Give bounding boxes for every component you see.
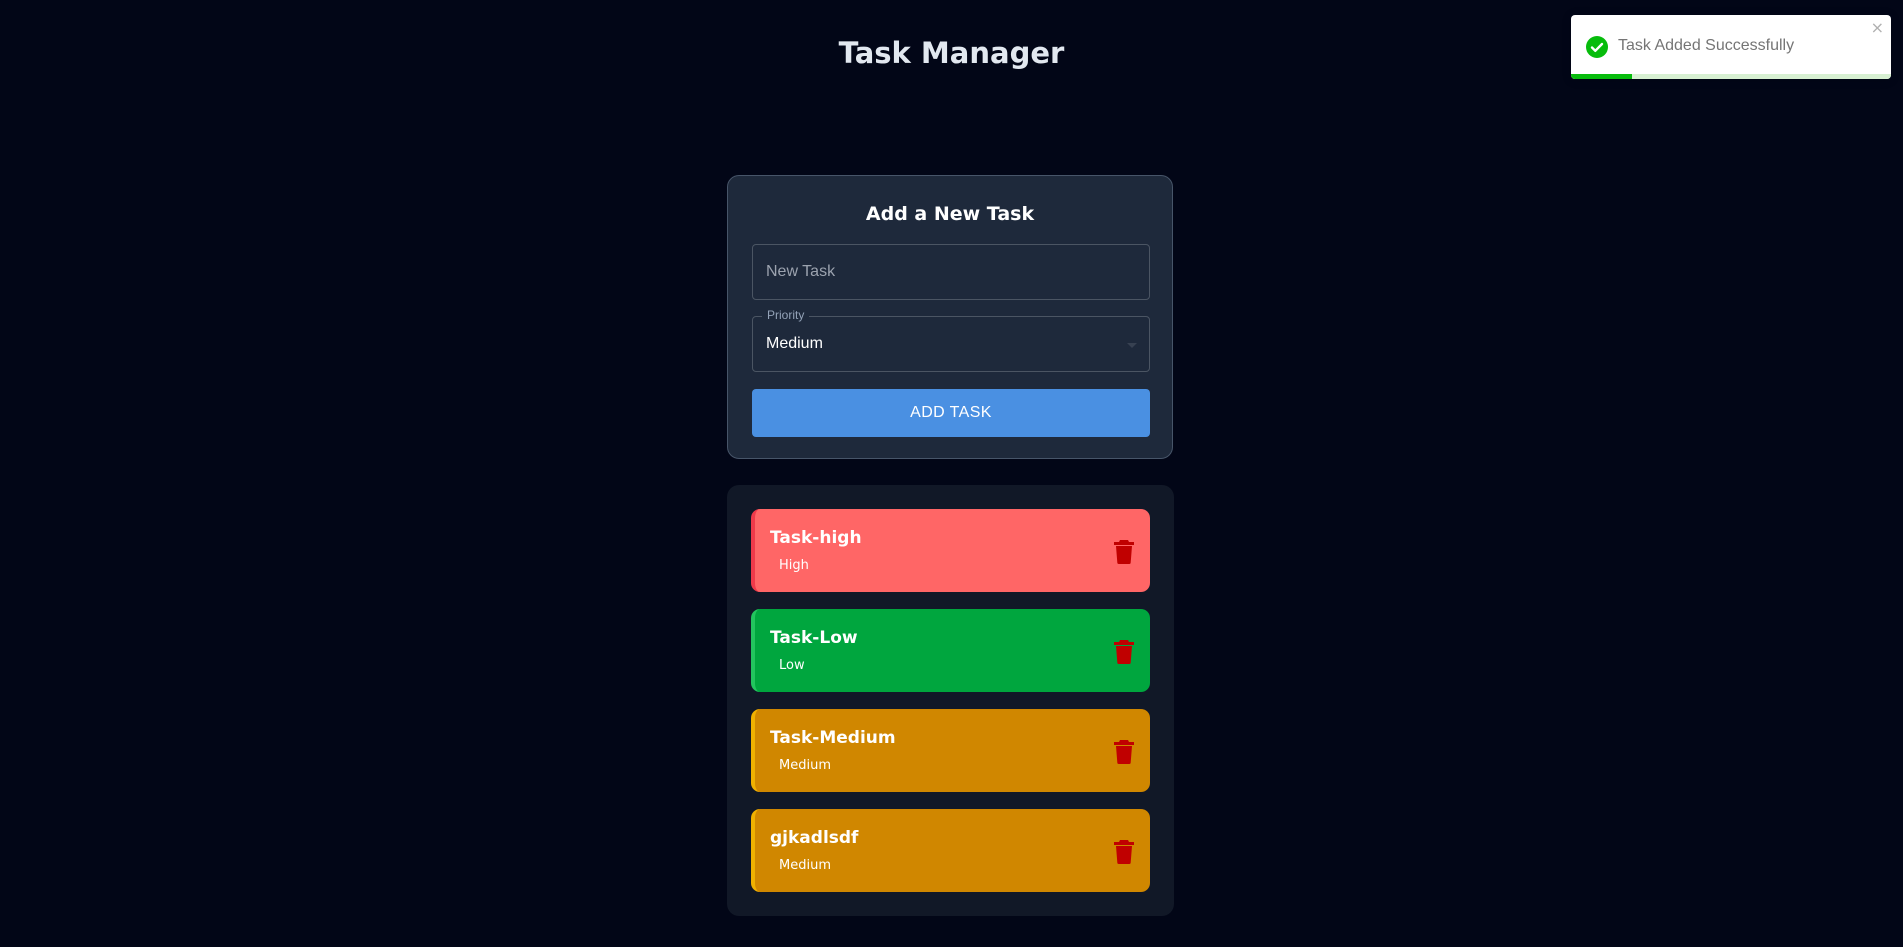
new-task-input[interactable]	[752, 244, 1150, 300]
trash-icon	[1114, 740, 1134, 764]
check-circle-icon	[1586, 36, 1608, 58]
priority-label: Priority	[762, 308, 810, 322]
priority-selected-value: Medium	[766, 335, 823, 352]
dropdown-caret-icon	[1127, 343, 1137, 348]
task-list: Task-high High Task-Low Low Task-Medium …	[727, 485, 1174, 916]
toast-progress-bar	[1571, 74, 1632, 79]
task-item-high: Task-high High	[751, 509, 1150, 592]
toast-close-button[interactable]: ×	[1871, 20, 1884, 36]
trash-icon	[1114, 540, 1134, 564]
delete-task-button[interactable]	[1112, 638, 1136, 664]
app-root: Task Manager Add a New Task Priority Med…	[0, 0, 1903, 947]
add-task-button[interactable]: ADD TASK	[752, 389, 1150, 437]
task-priority-label: High	[779, 558, 809, 573]
trash-icon	[1114, 840, 1134, 864]
toast-progress-track	[1571, 74, 1891, 79]
task-priority-label: Low	[779, 658, 805, 673]
task-name: Task-Medium	[770, 728, 896, 748]
task-item-low: Task-Low Low	[751, 609, 1150, 692]
task-item-gjkadlsdf: gjkadlsdf Medium	[751, 809, 1150, 892]
task-priority-label: Medium	[779, 758, 831, 773]
trash-icon	[1114, 640, 1134, 664]
delete-task-button[interactable]	[1112, 538, 1136, 564]
task-name: gjkadlsdf	[770, 828, 859, 848]
toast-message: Task Added Successfully	[1618, 37, 1795, 54]
form-title: Add a New Task	[865, 203, 1035, 225]
task-priority-label: Medium	[779, 858, 831, 873]
priority-select[interactable]: Priority Medium	[752, 308, 1150, 372]
task-name: Task-high	[770, 528, 862, 548]
delete-task-button[interactable]	[1112, 838, 1136, 864]
task-item-medium: Task-Medium Medium	[751, 709, 1150, 792]
add-task-form: Add a New Task Priority Medium ADD TASK	[727, 175, 1173, 459]
delete-task-button[interactable]	[1112, 738, 1136, 764]
task-name: Task-Low	[770, 628, 858, 648]
close-icon: ×	[1870, 18, 1884, 37]
toast-notification: Task Added Successfully ×	[1571, 15, 1891, 79]
